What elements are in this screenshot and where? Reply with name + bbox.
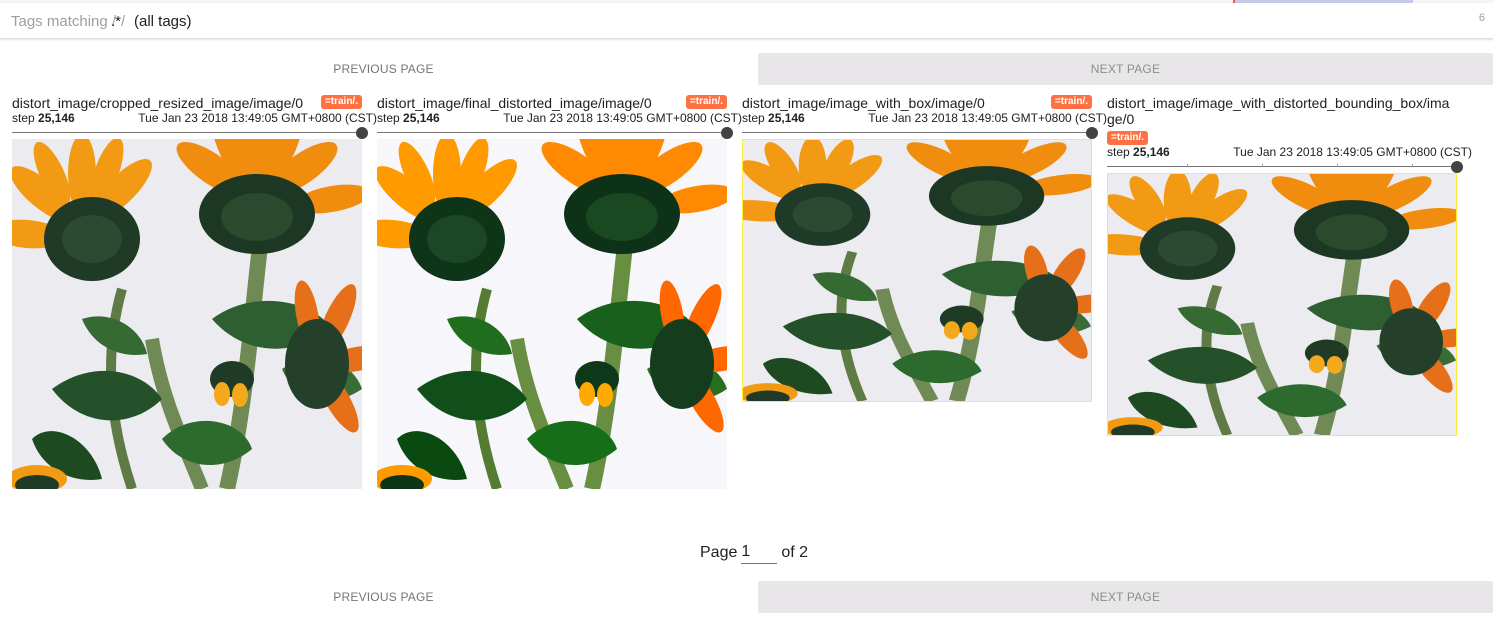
step-label: step 25,146 — [742, 111, 805, 125]
run-badge: =train/. — [1107, 131, 1149, 145]
step-slider[interactable] — [12, 125, 368, 139]
slider-track — [742, 132, 1092, 133]
wall-time: Tue Jan 23 2018 13:49:05 GMT+0800 (CST) — [138, 111, 377, 125]
page-label: Page — [700, 544, 738, 561]
sunflower-image-with-distorted-box — [1107, 173, 1457, 436]
previous-page-button[interactable]: PREVIOUS PAGE — [12, 53, 755, 85]
page-number-input[interactable]: 1 — [741, 543, 778, 564]
step-value: 25,146 — [403, 111, 440, 125]
slider-tick — [1412, 164, 1413, 167]
step-slider[interactable] — [742, 125, 1098, 139]
wall-time: Tue Jan 23 2018 13:49:05 GMT+0800 (CST) — [868, 111, 1107, 125]
wall-time: Tue Jan 23 2018 13:49:05 GMT+0800 (CST) — [503, 111, 742, 125]
slider-knob[interactable] — [1086, 127, 1098, 139]
slider-track — [12, 132, 362, 133]
card-title: distort_image/final_distorted_image/imag… — [377, 95, 652, 111]
slider-tick — [1187, 164, 1188, 167]
next-page-button-bottom[interactable]: NEXT PAGE — [758, 581, 1493, 613]
sunflower-image — [377, 139, 727, 489]
slider-tick — [1337, 164, 1338, 167]
card-title: distort_image/cropped_resized_image/imag… — [12, 95, 304, 111]
card-meta: step 25,146 Tue Jan 23 2018 13:49:05 GMT… — [1107, 145, 1472, 159]
next-page-button[interactable]: NEXT PAGE — [758, 53, 1493, 85]
card-meta: step 25,146 Tue Jan 23 2018 13:49:05 GMT… — [12, 111, 377, 125]
pagination: Page 1 of 2 — [700, 541, 808, 565]
card-title: distort_image/image_with_box/image/0 — [742, 95, 985, 111]
card-meta: step 25,146 Tue Jan 23 2018 13:49:05 GMT… — [377, 111, 742, 125]
image-card: distort_image/image_with_distorted_bound… — [1107, 95, 1472, 436]
tag-count: 6 — [1478, 12, 1485, 24]
tag-filter-regex[interactable]: .*/ — [111, 13, 125, 30]
slider-knob[interactable] — [356, 127, 368, 139]
step-label: step 25,146 — [1107, 145, 1170, 159]
step-value: 25,146 — [768, 111, 805, 125]
wall-time: Tue Jan 23 2018 13:49:05 GMT+0800 (CST) — [1233, 145, 1472, 159]
slider-knob[interactable] — [1451, 161, 1463, 173]
slider-knob[interactable] — [721, 127, 733, 139]
slider-track — [1107, 166, 1457, 167]
step-label: step 25,146 — [12, 111, 75, 125]
card-meta: step 25,146 Tue Jan 23 2018 13:49:05 GMT… — [742, 111, 1107, 125]
run-badge: =train/. — [685, 95, 727, 109]
tag-filter-bar[interactable]: Tags matching / .*/ (all tags) 6 — [0, 3, 1493, 39]
image-card: distort_image/image_with_box/image/0 =tr… — [742, 95, 1107, 402]
page-total: of 2 — [781, 544, 809, 561]
tag-filter-all-tags: (all tags) — [134, 13, 192, 30]
step-slider[interactable] — [377, 125, 733, 139]
step-label: step 25,146 — [377, 111, 440, 125]
run-badge: =train/. — [1050, 95, 1092, 109]
step-value: 25,146 — [38, 111, 75, 125]
step-value: 25,146 — [1133, 145, 1170, 159]
slider-track — [377, 132, 727, 133]
step-slider[interactable] — [1107, 159, 1463, 173]
slider-tick — [1262, 164, 1263, 167]
image-card: distort_image/cropped_resized_image/imag… — [12, 95, 377, 489]
sunflower-image-with-box — [742, 139, 1092, 402]
card-title: distort_image/image_with_distorted_bound… — [1107, 95, 1450, 127]
image-card: distort_image/final_distorted_image/imag… — [377, 95, 742, 489]
run-badge: =train/. — [320, 95, 362, 109]
sunflower-image — [12, 139, 362, 489]
tag-filter-prefix: Tags matching / — [11, 13, 117, 30]
previous-page-button-bottom[interactable]: PREVIOUS PAGE — [12, 581, 755, 613]
